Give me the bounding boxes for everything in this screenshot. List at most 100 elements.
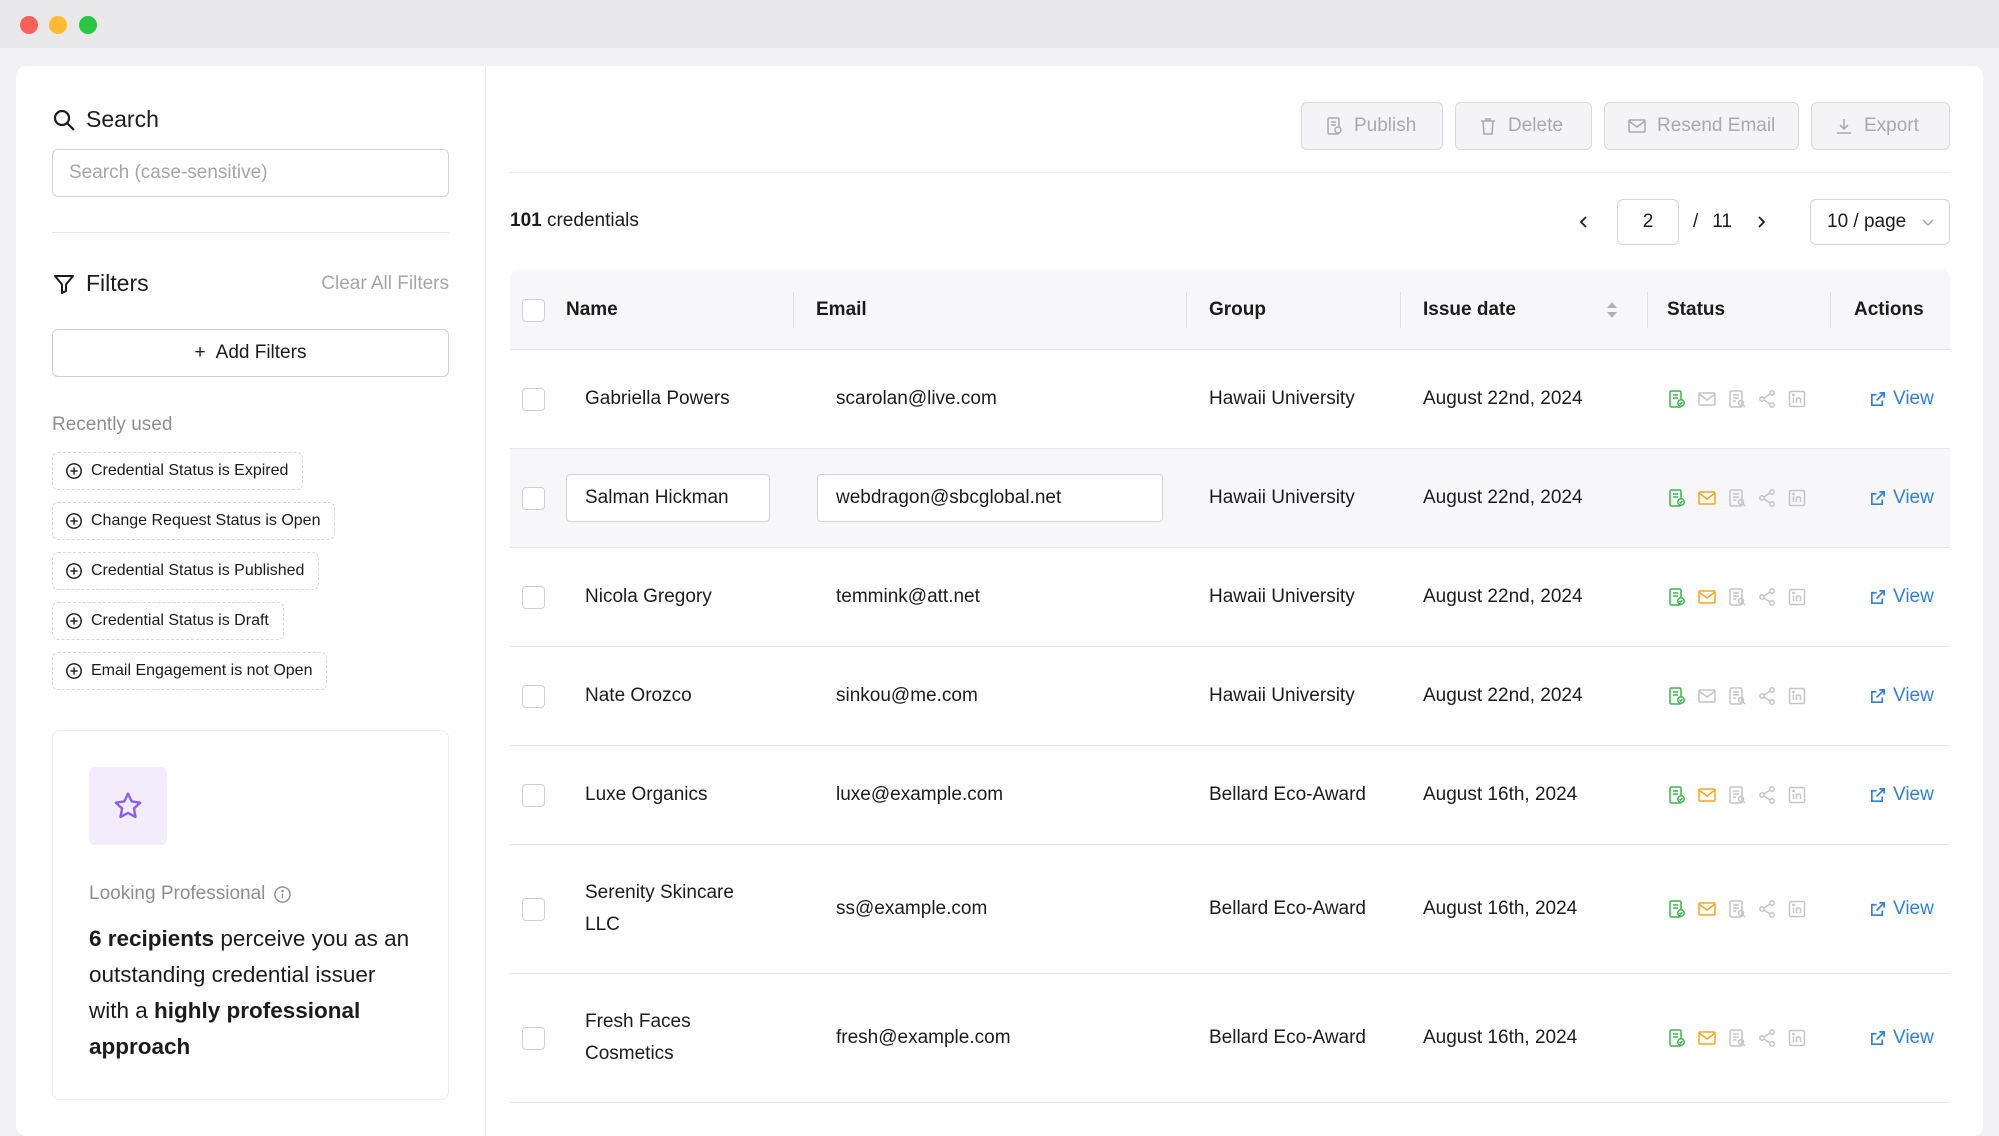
window-titlebar: [0, 0, 1999, 48]
view-link[interactable]: View: [1869, 586, 1934, 608]
recipient-email[interactable]: scarolan@live.com: [836, 383, 997, 415]
recipient-name[interactable]: Gabriella Powers: [585, 383, 730, 415]
recipient-email[interactable]: fresh@example.com: [836, 1022, 1011, 1054]
row-checkbox[interactable]: [522, 1026, 545, 1050]
external-link-icon: [1870, 391, 1885, 406]
prev-page-button[interactable]: [1569, 199, 1599, 245]
plus-circle-icon: [66, 463, 82, 479]
actions-cell: View: [1869, 449, 1934, 547]
view-link[interactable]: View: [1869, 784, 1934, 806]
table-row[interactable]: Fresh Faces Cosmetics fresh@example.com …: [510, 974, 1950, 1103]
delete-button[interactable]: Delete: [1455, 102, 1592, 150]
view-link[interactable]: View: [1869, 487, 1934, 509]
select-all-checkbox[interactable]: [522, 298, 545, 322]
group-name: Hawaii University: [1209, 487, 1355, 508]
recent-filter-chip[interactable]: Email Engagement is not Open: [52, 652, 328, 690]
table-row[interactable]: Gabriella Powers scarolan@live.com Hawai…: [510, 350, 1950, 449]
view-link[interactable]: View: [1869, 685, 1934, 707]
recipient-name[interactable]: Fresh Faces Cosmetics: [585, 1006, 755, 1070]
recipient-name[interactable]: Luxe Organics: [585, 779, 708, 811]
table-row[interactable]: Luxe Organics luxe@example.com Bellard E…: [510, 746, 1950, 845]
email-cell: ss@example.com: [836, 845, 987, 973]
recipient-name[interactable]: Nicola Gregory: [585, 581, 712, 613]
plus-circle-icon: [66, 663, 82, 679]
table-row[interactable]: Serenity Skincare LLC ss@example.com Bel…: [510, 845, 1950, 974]
select-all-cell: [522, 270, 545, 350]
view-link[interactable]: View: [1869, 898, 1934, 920]
star-icon: [114, 792, 142, 819]
recent-filter-chip[interactable]: Credential Status is Draft: [52, 602, 284, 640]
export-button[interactable]: Export: [1811, 102, 1950, 150]
table-row[interactable]: Nate Orozco sinkou@me.com Hawaii Univers…: [510, 647, 1950, 746]
issue-date: August 16th, 2024: [1423, 1027, 1578, 1048]
add-filters-button[interactable]: + Add Filters: [52, 329, 449, 377]
minimize-window-button[interactable]: [49, 16, 67, 34]
page-number-input[interactable]: [1616, 199, 1679, 245]
view-link[interactable]: View: [1869, 388, 1934, 410]
recent-filter-chip[interactable]: Credential Status is Published: [52, 552, 320, 590]
filters-title: Filters: [86, 270, 149, 296]
row-checkbox[interactable]: [522, 684, 545, 708]
status-icons: [1667, 488, 1807, 508]
recipient-email[interactable]: sinkou@me.com: [836, 680, 978, 712]
clear-all-filters-link[interactable]: Clear All Filters: [321, 273, 449, 295]
publish-icon: [1327, 117, 1342, 135]
linkedin-icon: [1788, 588, 1806, 606]
group-name: Bellard Eco-Award: [1209, 784, 1367, 805]
recipient-email[interactable]: luxe@example.com: [836, 779, 1003, 811]
recipient-name[interactable]: Salman Hickman: [566, 474, 770, 522]
recipient-email[interactable]: webdragon@sbcglobal.net: [817, 474, 1163, 522]
share-icon: [1759, 786, 1775, 804]
recent-filter-chip[interactable]: Credential Status is Expired: [52, 452, 304, 490]
header-issue-date[interactable]: Issue date: [1423, 270, 1618, 350]
email-status-icon: [1698, 392, 1716, 406]
row-checkbox[interactable]: [522, 783, 545, 807]
share-icon: [1759, 588, 1775, 606]
count-label: credentials: [541, 210, 639, 231]
row-checkbox[interactable]: [522, 585, 545, 609]
publish-button[interactable]: Publish: [1301, 102, 1443, 150]
column-separator: [793, 292, 794, 328]
page-size-select[interactable]: 10 / page: [1810, 199, 1950, 245]
issue-date: August 22nd, 2024: [1423, 685, 1583, 706]
search-title: Search: [86, 106, 159, 132]
view-link[interactable]: View: [1869, 1027, 1934, 1049]
row-checkbox[interactable]: [522, 387, 545, 411]
header-name[interactable]: Name: [566, 270, 618, 350]
search-input[interactable]: [52, 149, 449, 197]
add-filters-label: Add Filters: [215, 342, 307, 363]
recipient-name[interactable]: Serenity Skincare LLC: [585, 877, 755, 941]
recent-filter-label: Change Request Status is Open: [91, 512, 321, 529]
share-icon: [1759, 900, 1775, 918]
group-cell: Bellard Eco-Award: [1209, 845, 1366, 973]
info-icon[interactable]: [273, 885, 292, 904]
recipient-email[interactable]: temmink@att.net: [836, 581, 980, 613]
table-row[interactable]: Salman Hickman webdragon@sbcglobal.net H…: [510, 449, 1950, 548]
chevron-down-icon: [1922, 219, 1934, 227]
header-email[interactable]: Email: [816, 270, 867, 350]
maximize-window-button[interactable]: [79, 16, 97, 34]
resend-email-button[interactable]: Resend Email: [1604, 102, 1799, 150]
bulk-actions-toolbar: Publish Delete Resend Email Export: [1301, 102, 1950, 150]
close-window-button[interactable]: [20, 16, 38, 34]
external-link-icon: [1870, 490, 1885, 505]
plus-circle-icon: [66, 613, 82, 629]
recent-filter-chip[interactable]: Change Request Status is Open: [52, 502, 336, 540]
column-separator: [1830, 292, 1831, 328]
status-icons: [1667, 587, 1807, 607]
header-group[interactable]: Group: [1209, 270, 1266, 350]
next-page-button[interactable]: [1746, 199, 1776, 245]
email-cell: sinkou@me.com: [836, 647, 978, 745]
table-row[interactable]: Nicola Gregory temmink@att.net Hawaii Un…: [510, 548, 1950, 647]
recipient-name[interactable]: Nate Orozco: [585, 680, 692, 712]
sort-icon[interactable]: [1606, 300, 1618, 320]
row-checkbox[interactable]: [522, 897, 545, 921]
published-status-icon: [1669, 489, 1685, 507]
published-status-icon: [1669, 390, 1685, 408]
group-name: Bellard Eco-Award: [1209, 898, 1367, 919]
recipient-email[interactable]: ss@example.com: [836, 893, 987, 925]
promo-label-text: Looking Professional: [89, 883, 266, 904]
row-checkbox[interactable]: [522, 486, 545, 510]
export-label: Export: [1864, 115, 1919, 136]
issue-date-cell: August 16th, 2024: [1423, 845, 1577, 973]
